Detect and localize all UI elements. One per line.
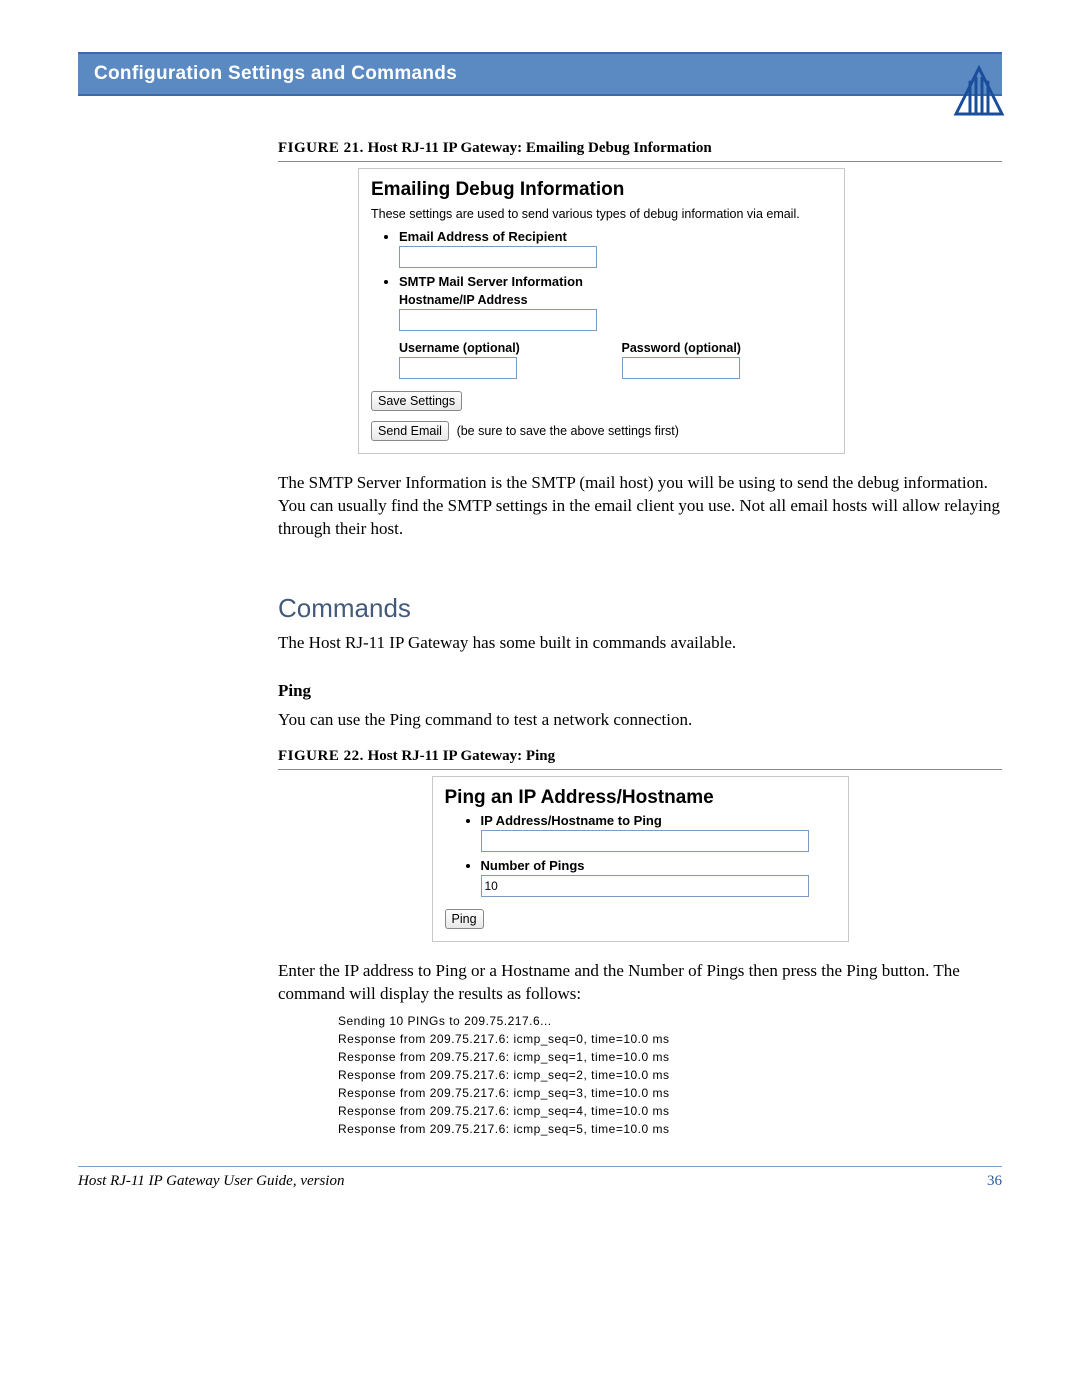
ping-instructions-paragraph: Enter the IP address to Ping or a Hostna…	[278, 960, 1002, 1006]
ping-ip-input[interactable]	[481, 830, 809, 852]
ping-panel-title: Ping an IP Address/Hostname	[433, 777, 848, 813]
ping-button[interactable]: Ping	[445, 909, 484, 929]
email-recipient-input[interactable]	[399, 246, 597, 268]
brand-logo-icon	[950, 64, 1008, 122]
ping-intro: You can use the Ping command to test a n…	[278, 709, 1002, 732]
label-email-recipient: Email Address of Recipient	[399, 229, 832, 244]
label-password: Password (optional)	[622, 341, 833, 355]
page-header: Configuration Settings and Commands	[78, 52, 1002, 96]
smtp-password-input[interactable]	[622, 357, 740, 379]
panel-description: These settings are used to send various …	[359, 205, 844, 229]
send-email-note: (be sure to save the above settings firs…	[457, 424, 679, 438]
figure-21-panel: Emailing Debug Information These setting…	[358, 168, 845, 454]
panel-title: Emailing Debug Information	[359, 169, 844, 205]
send-email-button[interactable]: Send Email	[371, 421, 449, 441]
page-footer: Host RJ-11 IP Gateway User Guide, versio…	[78, 1173, 1002, 1190]
smtp-username-input[interactable]	[399, 357, 517, 379]
ping-heading: Ping	[278, 681, 1002, 701]
smtp-hostname-input[interactable]	[399, 309, 597, 331]
footer-doc-title: Host RJ-11 IP Gateway User Guide, versio…	[78, 1173, 344, 1190]
figure-21-caption: FIGURE 21. Host RJ-11 IP Gateway: Emaili…	[278, 140, 1002, 162]
smtp-explanation-paragraph: The SMTP Server Information is the SMTP …	[278, 472, 1002, 541]
commands-intro: The Host RJ-11 IP Gateway has some built…	[278, 632, 1002, 655]
label-number-pings: Number of Pings	[481, 858, 836, 873]
figure-22-caption: FIGURE 22. Host RJ-11 IP Gateway: Ping	[278, 748, 1002, 770]
commands-heading: Commands	[278, 593, 1002, 624]
ping-output-block: Sending 10 PINGs to 209.75.217.6... Resp…	[338, 1012, 1002, 1138]
footer-rule	[78, 1166, 1002, 1167]
label-ip-to-ping: IP Address/Hostname to Ping	[481, 813, 836, 828]
label-smtp-server: SMTP Mail Server Information	[399, 274, 832, 289]
save-settings-button[interactable]: Save Settings	[371, 391, 462, 411]
page-header-title: Configuration Settings and Commands	[94, 63, 457, 85]
ping-count-input[interactable]	[481, 875, 809, 897]
label-username: Username (optional)	[399, 341, 610, 355]
figure-22-panel: Ping an IP Address/Hostname IP Address/H…	[432, 776, 849, 942]
label-hostname-ip: Hostname/IP Address	[399, 293, 832, 307]
footer-page-number: 36	[987, 1173, 1002, 1190]
